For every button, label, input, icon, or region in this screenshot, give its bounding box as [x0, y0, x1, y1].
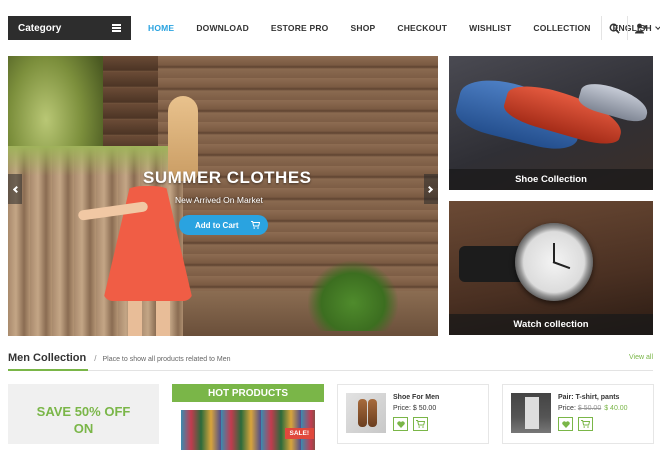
cart-icon — [248, 218, 262, 232]
section-divider — [8, 370, 653, 371]
slider-title: SUMMER CLOTHES — [143, 168, 312, 187]
add-to-cart-button[interactable] — [578, 417, 593, 431]
price-value: $ 40.00 — [604, 405, 628, 412]
nav-collection[interactable]: COLLECTION — [522, 23, 601, 33]
search-button[interactable] — [601, 16, 627, 40]
watch-image — [515, 223, 593, 301]
nav-download[interactable]: DOWNLOAD — [185, 23, 260, 33]
product-card: Pair: T-shirt, pants Price: $ 50.00 $ 40.… — [502, 384, 654, 444]
section-divider-accent — [8, 369, 88, 371]
search-icon — [609, 23, 620, 34]
promo-line-2: ON — [73, 421, 94, 436]
view-all-link[interactable]: View all — [629, 354, 653, 361]
hero-slider: SUMMER CLOTHES New Arrived On Market Add… — [8, 56, 438, 336]
hamburger-icon — [112, 24, 121, 32]
watch-hand — [553, 243, 555, 263]
sale-badge: SALE! — [284, 428, 314, 439]
slider-subtitle: New Arrived On Market — [175, 195, 263, 205]
nav-wishlist[interactable]: WISHLIST — [458, 23, 522, 33]
banner-caption: Watch collection — [449, 314, 653, 335]
product-name[interactable]: Pair: T-shirt, pants — [558, 394, 619, 401]
price-label: Price: — [393, 405, 411, 412]
plant — [308, 261, 398, 331]
add-to-cart-button[interactable] — [413, 417, 428, 431]
old-price: $ 50.00 — [577, 405, 602, 412]
section-title: Men Collection — [8, 352, 87, 364]
chevron-right-icon — [425, 185, 434, 193]
product-thumbnail[interactable] — [511, 393, 551, 433]
price-label: Price: — [558, 405, 576, 412]
nav-shop[interactable]: SHOP — [339, 23, 386, 33]
hot-products-panel: HOT PRODUCTS SALE! — [172, 384, 324, 450]
heart-icon — [561, 420, 570, 428]
promo-line-1: SAVE 50% OFF — [36, 404, 131, 419]
cart-icon — [581, 420, 590, 428]
watch-hand — [552, 261, 571, 270]
chevron-left-icon — [12, 185, 21, 193]
category-label: Category — [18, 22, 62, 34]
watch-collection-banner[interactable]: Watch collection — [449, 201, 653, 335]
price-value: $ 50.00 — [412, 405, 437, 412]
wishlist-button[interactable] — [393, 417, 408, 431]
banner-caption: Shoe Collection — [449, 169, 653, 190]
main-nav: HOME DOWNLOAD ESTORE PRO SHOP CHECKOUT W… — [137, 16, 660, 40]
cart-icon — [416, 420, 425, 428]
cta-label: Add to Cart — [195, 220, 239, 230]
nav-checkout[interactable]: CHECKOUT — [386, 23, 458, 33]
user-icon — [634, 23, 647, 33]
nav-estore-pro[interactable]: ESTORE PRO — [260, 23, 340, 33]
shoe-collection-banner[interactable]: Shoe Collection — [449, 56, 653, 190]
section-separator: / — [94, 354, 97, 363]
slider-next-arrow[interactable] — [424, 174, 438, 204]
chevron-down-icon — [654, 24, 660, 30]
product-card: Shoe For Men Price: $ 50.00 — [337, 384, 489, 444]
product-thumbnail[interactable] — [346, 393, 386, 433]
product-price: Price: $ 50.00 — [393, 405, 436, 412]
heart-icon — [396, 420, 405, 428]
account-button[interactable] — [627, 16, 653, 40]
slider-prev-arrow[interactable] — [8, 174, 22, 204]
add-to-cart-button[interactable]: Add to Cart — [179, 215, 268, 235]
model-leg — [128, 296, 142, 336]
category-menu-button[interactable]: Category — [8, 16, 131, 40]
promo-banner[interactable]: SAVE 50% OFF ON — [8, 384, 159, 444]
nav-home[interactable]: HOME — [137, 23, 185, 33]
product-name[interactable]: Shoe For Men — [393, 394, 439, 401]
section-subtitle: Place to show all products related to Me… — [102, 356, 231, 363]
wishlist-button[interactable] — [558, 417, 573, 431]
product-price: Price: $ 50.00 $ 40.00 — [558, 405, 628, 412]
model-leg — [156, 296, 170, 336]
top-navigation-bar: Category HOME DOWNLOAD ESTORE PRO SHOP C… — [0, 0, 660, 56]
section-header: Men Collection / Place to show all produ… — [8, 352, 230, 364]
hot-products-title: HOT PRODUCTS — [172, 384, 324, 402]
